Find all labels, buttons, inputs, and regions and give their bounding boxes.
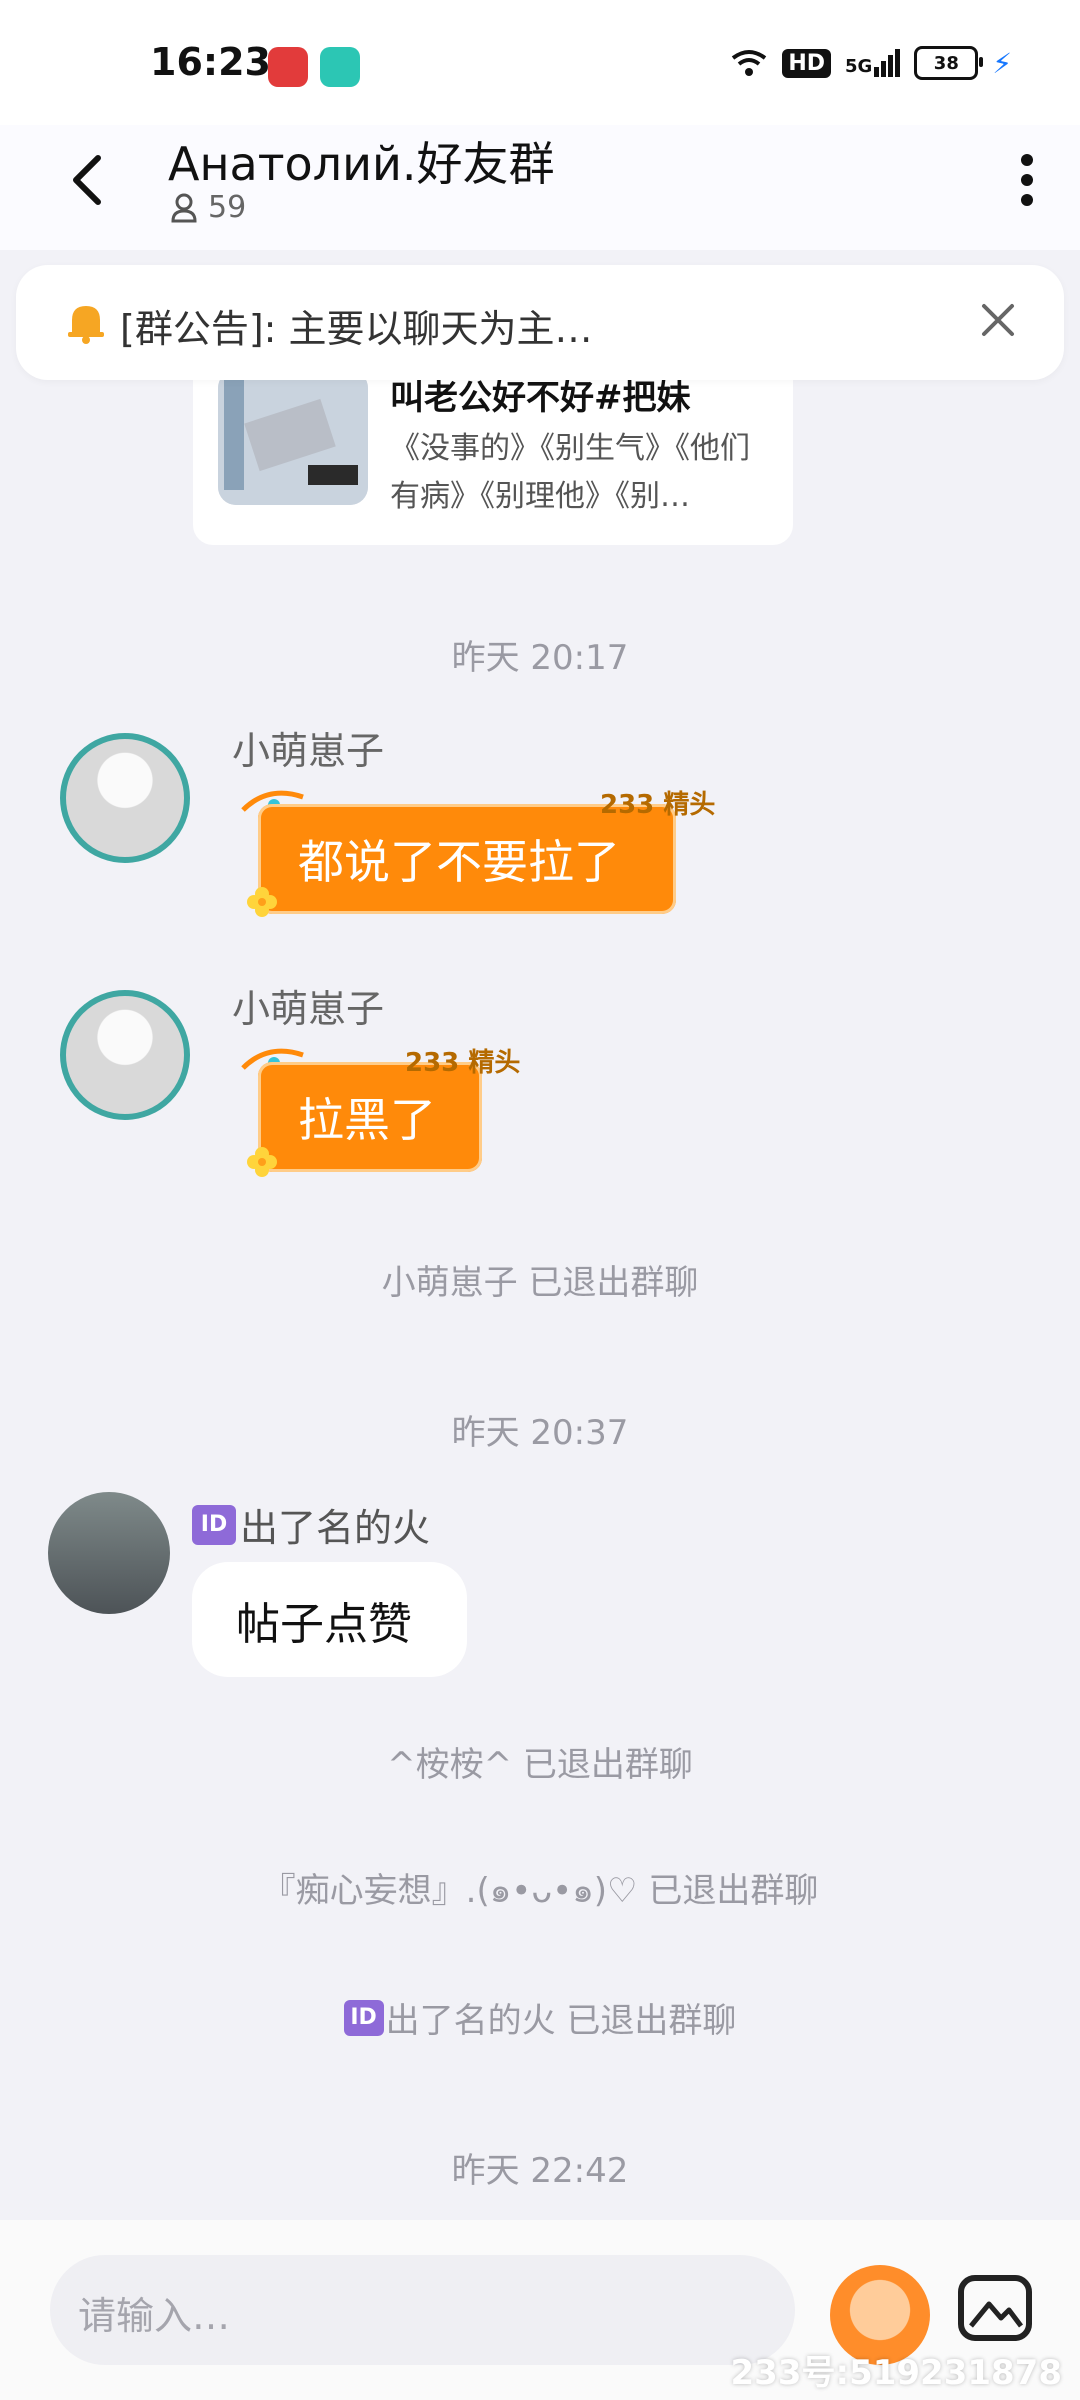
more-vertical-icon[interactable]	[1010, 150, 1044, 210]
app-notification-icon	[268, 47, 308, 87]
group-title: Анатолий.好友群	[168, 137, 555, 191]
status-time: 16:23	[150, 40, 271, 84]
timestamp: 昨天 20:17	[451, 638, 629, 678]
avatar[interactable]	[48, 1492, 170, 1614]
signal-icon: 5G	[845, 49, 901, 77]
image-icon[interactable]	[955, 2268, 1035, 2348]
announcement-text: [群公告]: 主要以聊天为主…	[120, 307, 593, 351]
bubble-decoration-text: 233 精头	[405, 1048, 521, 1078]
system-message: 小萌崽子 已退出群聊	[381, 1263, 699, 1303]
system-message: 出了名的火 已退出群聊	[385, 2001, 737, 2041]
person-icon	[171, 193, 197, 222]
member-count[interactable]: 59	[170, 190, 246, 225]
bell-icon	[68, 306, 104, 344]
bubble-decoration-text: 233 精头	[600, 790, 716, 820]
timestamp: 昨天 20:37	[451, 1413, 629, 1453]
message-bubble[interactable]: 帖子点赞	[192, 1562, 467, 1677]
sender-name-row: ID 出了名的火	[192, 1497, 430, 1552]
system-message: ^桉桉^ 已退出群聊	[387, 1745, 693, 1785]
post-thumbnail	[218, 370, 368, 505]
id-badge-icon: ID	[343, 1999, 384, 2036]
post-description: 《没事的》《别生气》《他们有病》《别理他》《别…	[390, 431, 750, 514]
charging-icon: ⚡	[992, 46, 1012, 80]
battery-icon: 38	[914, 46, 984, 80]
member-count-text: 59	[208, 190, 247, 225]
sender-name[interactable]: 出了名的火	[240, 1497, 430, 1552]
back-arrow-icon[interactable]	[58, 150, 118, 210]
battery-level: 38	[933, 52, 959, 74]
sender-name[interactable]: 小萌崽子	[232, 978, 384, 1033]
hd-icon: HD	[782, 48, 832, 78]
status-icons: HD 5G 38 ⚡	[730, 46, 1012, 80]
timestamp: 昨天 22:42	[451, 2151, 629, 2191]
app-notification-icon	[320, 47, 360, 87]
avatar[interactable]	[60, 733, 190, 863]
system-message-row: ID 出了名的火 已退出群聊	[0, 1993, 1080, 2042]
system-message: 『痴心妄想』.(๑•ᴗ•๑)♡ 已退出群聊	[261, 1871, 819, 1911]
watermark: 233号:519231878	[730, 2353, 1062, 2393]
input-placeholder: 请输入…	[78, 2294, 231, 2338]
close-icon[interactable]	[974, 296, 1022, 344]
network-type: 5G	[845, 56, 873, 77]
flower-decoration	[247, 887, 277, 917]
id-badge-icon: ID	[192, 1504, 236, 1545]
flower-decoration	[247, 1147, 277, 1177]
avatar[interactable]	[60, 990, 190, 1120]
sender-name[interactable]: 小萌崽子	[232, 720, 384, 775]
wifi-icon	[732, 50, 767, 76]
